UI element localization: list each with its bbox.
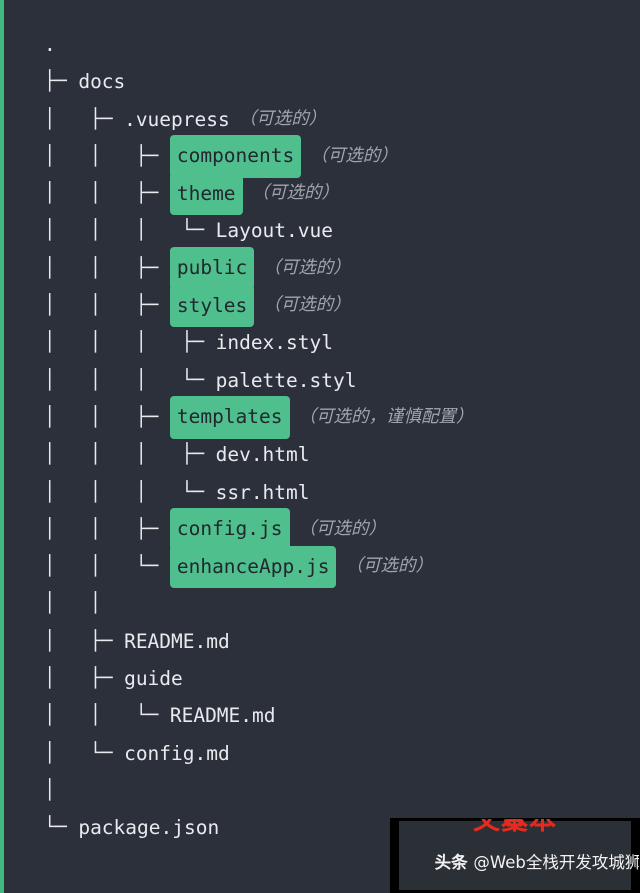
tree-branch-glyph: │ │ └─ (44, 555, 170, 578)
tree-branch-glyph: ├─ (44, 70, 79, 93)
tree-row: │ │ │ ├─ index.styl (44, 324, 640, 361)
tree-node-badge: enhanceApp.js (169, 545, 337, 588)
tree-branch-glyph: │ │ ├─ (44, 144, 170, 167)
tree-branch-glyph: │ └─ (44, 741, 125, 764)
tree-branch-glyph: │ │ ├─ (44, 517, 170, 540)
tree-row: │ ├─ guide (44, 660, 640, 697)
tree-row: │ │ │ └─ ssr.html (44, 474, 640, 511)
tree-node-label: guide (124, 667, 183, 691)
tree-row: │ │ ├─ components （可选的） (44, 135, 640, 178)
tree-row: │ │ ├─ styles （可选的） (44, 284, 640, 327)
tree-branch-glyph: │ │ │ └─ (44, 480, 216, 503)
tree-branch-glyph: │ ├─ (44, 667, 125, 690)
tree-branch-glyph: │ ├─ (44, 629, 125, 652)
tree-row: │ │ │ └─ palette.styl (44, 362, 640, 399)
tree-node-annotation: （可选的） (310, 145, 398, 166)
directory-tree: . ├─ docs │ ├─ .vuepress （可选的） │ │ ├─ compon… (44, 26, 640, 847)
tree-node-badge: templates (169, 396, 290, 439)
tree-row: │ ├─ README.md (44, 623, 640, 660)
tree-node-badge: styles (169, 284, 255, 327)
tree-row: │ │ ├─ templates （可选的，谨慎配置） (44, 396, 640, 439)
tree-node-label: README.md (124, 629, 230, 653)
tree-node-label: Layout.vue (215, 219, 333, 243)
tree-branch-glyph: │ ├─ (44, 107, 125, 130)
tree-row: │ │ ├─ public （可选的） (44, 247, 640, 290)
tree-node-label: dev.html (215, 443, 310, 467)
tree-node-badge: components (169, 135, 302, 178)
tree-node-annotation: （可选的） (263, 257, 351, 278)
tree-branch-glyph: │ │ ├─ (44, 405, 170, 428)
tree-node-badge: public (169, 247, 255, 290)
tree-node-annotation: （可选的） (238, 108, 327, 129)
watermark-inner: 文本 变本 头条 @Web全栈开发攻城狮 (399, 818, 639, 890)
tree-branch-glyph: │ │ │ ├─ (44, 331, 216, 354)
tree-row: │ │ (44, 585, 640, 622)
tree-node-annotation: （可选的） (263, 295, 351, 316)
tree-branch-glyph: │ │ │ ├─ (44, 443, 216, 466)
tree-row: ├─ docs (44, 63, 640, 100)
tree-branch-glyph: │ │ │ └─ (44, 219, 216, 242)
watermark-credit-author: @Web全栈开发攻城狮 (473, 853, 640, 872)
tree-branch-glyph: │ │ │ └─ (44, 368, 216, 391)
tree-node-label: README.md (169, 704, 276, 728)
tree-node-label: package.json (78, 816, 220, 840)
watermark-overlay: 文本 变本 头条 @Web全栈开发攻城狮 (390, 818, 640, 893)
tree-node-annotation: （可选的） (251, 183, 340, 204)
tree-row: │ │ │ ├─ dev.html (44, 436, 640, 473)
tree-row: │ │ └─ enhanceApp.js （可选的） (44, 545, 640, 588)
tree-row: │ (44, 772, 640, 809)
tree-row: │ │ ├─ theme （可选的） (44, 172, 640, 215)
watermark-red-text-front: 变本 (501, 818, 557, 836)
tree-row: │ │ │ └─ Layout.vue (44, 212, 640, 249)
watermark-credit-source: 头条 (434, 853, 474, 872)
tree-branch-glyph: │ │ ├─ (44, 256, 170, 279)
tree-branch-glyph: │ │ (44, 592, 113, 615)
code-block-panel: . ├─ docs │ ├─ .vuepress （可选的） │ │ ├─ compon… (0, 0, 640, 893)
tree-branch-glyph: │ │ ├─ (44, 182, 170, 205)
tree-node-label: .vuepress (124, 107, 230, 131)
tree-branch-glyph: └─ (44, 816, 79, 839)
tree-row: . (44, 26, 640, 63)
tree-node-label: palette.styl (215, 368, 357, 392)
tree-row: │ └─ config.md (44, 735, 640, 772)
tree-node-label: . (44, 33, 56, 56)
tree-node-badge: config.js (169, 508, 290, 551)
tree-node-label: docs (78, 70, 126, 94)
tree-node-annotation: （可选的） (345, 556, 433, 577)
tree-node-annotation: （可选的） (298, 518, 387, 539)
tree-node-label: index.styl (215, 331, 333, 355)
tree-row: │ │ └─ README.md (44, 697, 640, 734)
tree-branch-glyph: │ │ ├─ (44, 294, 170, 317)
tree-node-badge: theme (169, 172, 243, 215)
tree-node-annotation: （可选的，谨慎配置） (298, 406, 474, 427)
tree-row: │ │ ├─ config.js （可选的） (44, 508, 640, 551)
tree-row: │ ├─ .vuepress （可选的） (44, 101, 640, 138)
tree-node-label: ssr.html (215, 480, 310, 504)
tree-branch-glyph: │ │ └─ (44, 704, 170, 727)
tree-branch-glyph: │ (44, 778, 67, 801)
tree-node-label: config.md (124, 741, 230, 765)
